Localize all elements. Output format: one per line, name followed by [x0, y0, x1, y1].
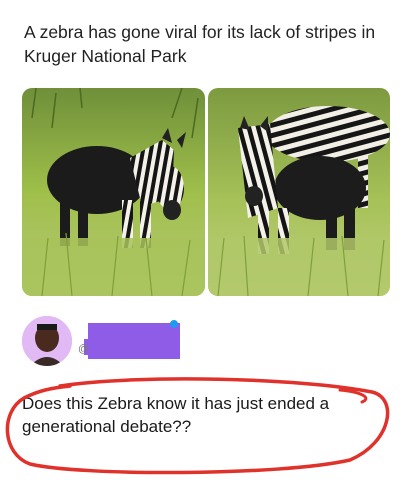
headline-text: A zebra has gone viral for its lack of s… [24, 22, 376, 66]
user-avatar-icon[interactable] [22, 316, 72, 366]
handle-prefix: @ [78, 343, 90, 355]
zebra-photo-right[interactable] [208, 88, 390, 296]
reply-text: Does this Zebra know it has just ended a… [22, 394, 330, 436]
zebra-photo-left[interactable] [22, 88, 205, 296]
verified-badge-icon [170, 320, 178, 328]
